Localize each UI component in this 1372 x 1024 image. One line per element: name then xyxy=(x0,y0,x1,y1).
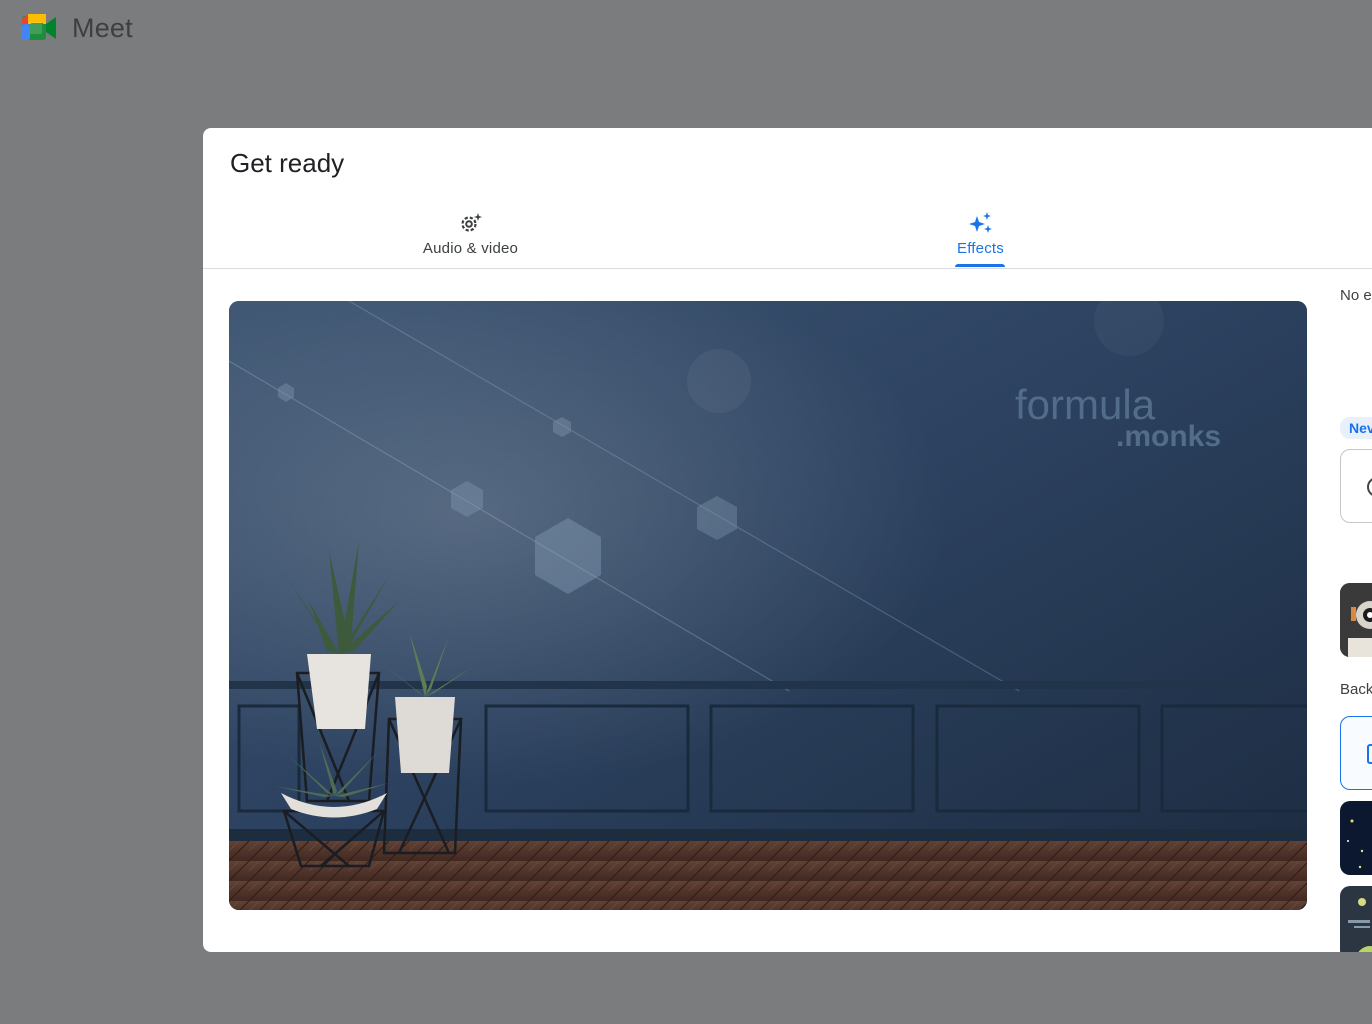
upload-background-tile[interactable] xyxy=(1340,716,1372,790)
tab-bar: Audio & video Effects xyxy=(203,198,1372,269)
video-preview: formula .monks xyxy=(229,301,1307,910)
new-badge: Nev xyxy=(1340,417,1372,439)
night-sky-thumbnail xyxy=(1347,819,1364,869)
no-effect-label: No e xyxy=(1340,287,1372,304)
active-tab-indicator xyxy=(955,264,1005,267)
tab-audio-video[interactable]: Audio & video xyxy=(393,198,548,268)
background-tile-night-sky[interactable] xyxy=(1340,801,1372,875)
backgrounds-label: Back xyxy=(1340,681,1372,698)
background-tile-formula[interactable] xyxy=(1340,886,1372,952)
formula-background-thumbnail xyxy=(1348,898,1372,952)
meet-logo-icon xyxy=(22,14,56,40)
no-effect-tile[interactable] xyxy=(1340,449,1372,523)
no-effect-icon xyxy=(1367,478,1372,496)
settings-sparkle-icon xyxy=(460,212,482,232)
get-ready-dialog: Get ready Audio & video Effects formula … xyxy=(203,128,1372,952)
background-logo-monks: .monks xyxy=(1116,420,1221,453)
app-name: Meet xyxy=(72,12,133,43)
sparkle-icon xyxy=(968,211,992,233)
robot-filter-thumbnail xyxy=(1340,583,1372,657)
tab-effects[interactable]: Effects xyxy=(923,198,1038,268)
tab-effects-label: Effects xyxy=(957,239,1004,257)
tab-audio-video-label: Audio & video xyxy=(422,239,519,257)
filter-tile-robot[interactable] xyxy=(1340,583,1372,657)
upload-image-icon xyxy=(1367,744,1372,764)
app-header: Meet xyxy=(20,12,133,44)
effects-panel: No e Nev Back xyxy=(1340,269,1372,952)
virtual-background-image: formula .monks xyxy=(229,301,1307,910)
dialog-title: Get ready xyxy=(230,148,345,178)
